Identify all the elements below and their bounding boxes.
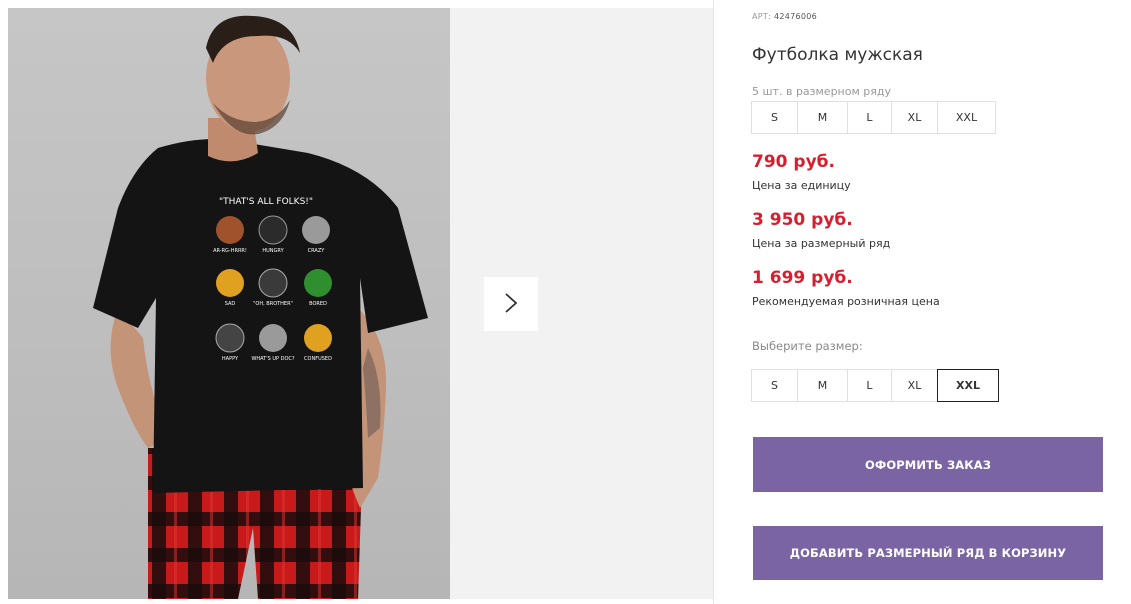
place-order-button[interactable]: ОФОРМИТЬ ЗАКАЗ — [753, 437, 1103, 492]
print-headline: "THAT'S ALL FOLKS!" — [219, 197, 313, 207]
svg-text:CRAZY: CRAZY — [308, 248, 326, 254]
product-photo[interactable]: "THAT'S ALL FOLKS!" AR-RG-HRRR! HUNGRY C… — [8, 8, 450, 599]
model-illustration: "THAT'S ALL FOLKS!" AR-RG-HRRR! HUNGRY C… — [93, 15, 428, 599]
size-row-item: M — [797, 101, 848, 134]
chevron-right-icon — [504, 292, 518, 317]
size-select-label: Выберите размер: — [752, 339, 863, 353]
size-option-xxl[interactable]: XXL — [937, 369, 999, 402]
sku-label: АРТ: — [752, 12, 772, 21]
size-option-s[interactable]: S — [751, 369, 798, 402]
unit-price: 790 руб. — [752, 152, 835, 172]
product-title: Футболка мужская — [752, 45, 923, 65]
size-row-note: 5 шт. в размерном ряду — [752, 85, 891, 98]
svg-text:SAD: SAD — [225, 301, 236, 307]
svg-text:WHAT'S UP DOC?: WHAT'S UP DOC? — [251, 356, 294, 362]
size-selector: S M L XL XXL — [751, 369, 999, 402]
svg-text:CONFUSED: CONFUSED — [304, 356, 332, 362]
svg-text:HUNGRY: HUNGRY — [262, 248, 284, 254]
product-sku: АРТ: 42476006 — [752, 12, 817, 21]
panel-divider — [713, 0, 714, 604]
size-row-display: S M L XL XXL — [751, 101, 996, 134]
size-option-xl[interactable]: XL — [891, 369, 938, 402]
size-option-m[interactable]: M — [797, 369, 848, 402]
size-option-l[interactable]: L — [847, 369, 892, 402]
sku-value: 42476006 — [773, 12, 818, 21]
product-gallery: "THAT'S ALL FOLKS!" AR-RG-HRRR! HUNGRY C… — [8, 8, 713, 599]
row-price: 3 950 руб. — [752, 210, 853, 230]
gallery-next-button[interactable] — [484, 277, 538, 331]
unit-price-label: Цена за единицу — [752, 179, 851, 192]
svg-text:HAPPY: HAPPY — [222, 356, 239, 362]
retail-price: 1 699 руб. — [752, 268, 853, 288]
size-row-item: XXL — [937, 101, 996, 134]
svg-text:AR-RG-HRRR!: AR-RG-HRRR! — [213, 248, 247, 254]
add-size-row-to-cart-button[interactable]: ДОБАВИТЬ РАЗМЕРНЫЙ РЯД В КОРЗИНУ — [753, 526, 1103, 580]
size-row-item: L — [847, 101, 892, 134]
size-row-item: S — [751, 101, 798, 134]
svg-text:"OH, BROTHER": "OH, BROTHER" — [253, 301, 293, 307]
size-row-item: XL — [891, 101, 938, 134]
retail-price-label: Рекомендуемая розничная цена — [752, 295, 940, 308]
svg-text:BORED: BORED — [309, 301, 327, 307]
row-price-label: Цена за размерный ряд — [752, 237, 891, 250]
